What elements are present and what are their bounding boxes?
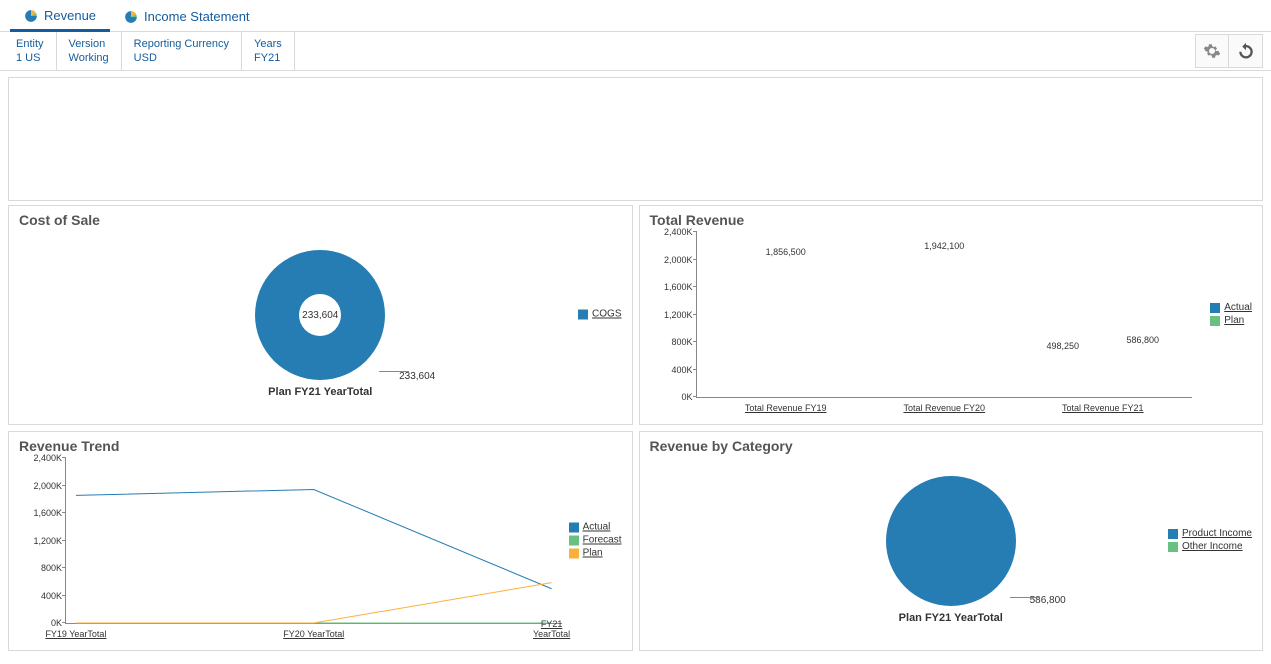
pov-years[interactable]: Years FY21 — [242, 32, 295, 70]
pie-chart[interactable]: 586,800 — [886, 476, 1016, 606]
card-title: Revenue by Category — [650, 438, 1253, 454]
pov-reporting-currency[interactable]: Reporting Currency USD — [122, 32, 242, 70]
tab-revenue[interactable]: Revenue — [10, 0, 110, 32]
pov-bar: Entity 1 US Version Working Reporting Cu… — [0, 32, 1271, 71]
gear-icon — [1203, 42, 1221, 60]
card-title: Total Revenue — [650, 212, 1253, 228]
line-chart[interactable]: 0K400K800K1,200K1,600K2,000K2,400KFY19 Y… — [19, 458, 622, 642]
card-cost-of-sale: Cost of Sale COGS 233,604 233,604 Plan F… — [8, 205, 633, 425]
pov-version[interactable]: Version Working — [57, 32, 122, 70]
card-title: Revenue Trend — [19, 438, 622, 454]
pov-entity[interactable]: Entity 1 US — [8, 32, 57, 70]
pie-chart-icon — [24, 9, 38, 23]
donut-chart[interactable]: 233,604 233,604 — [255, 250, 385, 380]
chart-subtitle: Plan FY21 YearTotal — [268, 386, 372, 398]
bar-chart[interactable]: 0K400K800K1,200K1,600K2,000K2,400K1,856,… — [650, 232, 1253, 416]
dashboard-tabs: Revenue Income Statement — [0, 0, 1271, 32]
blank-panel — [8, 77, 1263, 201]
tab-label: Income Statement — [144, 9, 250, 24]
chart-subtitle: Plan FY21 YearTotal — [899, 612, 1003, 624]
card-title: Cost of Sale — [19, 212, 622, 228]
donut-callout: 233,604 — [399, 371, 435, 382]
refresh-icon — [1237, 42, 1255, 60]
tab-label: Revenue — [44, 8, 96, 23]
pie-chart-icon — [124, 10, 138, 24]
card-revenue-by-category: Revenue by Category Product Income Other… — [639, 431, 1264, 651]
tab-income-statement[interactable]: Income Statement — [110, 0, 264, 31]
card-revenue-trend: Revenue Trend Actual Forecast Plan 0K400… — [8, 431, 633, 651]
refresh-button[interactable] — [1229, 34, 1263, 68]
donut-center-value: 233,604 — [299, 294, 341, 336]
settings-button[interactable] — [1195, 34, 1229, 68]
card-total-revenue: Total Revenue Actual Plan 0K400K800K1,20… — [639, 205, 1264, 425]
